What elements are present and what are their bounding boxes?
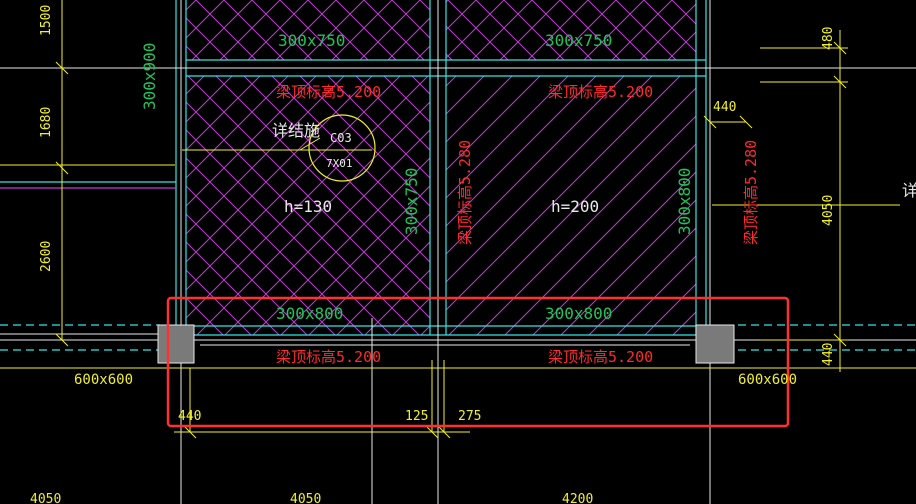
beam-elev-top-right: 梁顶标高5.200 — [548, 83, 653, 101]
dim-left-1: 1500 — [39, 5, 54, 36]
dim-left-3: 2600 — [39, 241, 54, 272]
column-left — [157, 324, 195, 364]
cad-drawing-canvas[interactable]: 300x750 300x750 梁顶标高5.200 梁顶标高5.200 300x… — [0, 0, 916, 504]
column-size-left: 600x600 — [74, 372, 133, 388]
dim-bottom-2: 125 — [405, 409, 428, 424]
dim-right-1: 480 — [821, 27, 836, 50]
detail-ref-bottom: 7X01 — [326, 157, 353, 170]
dim-bottom-3: 275 — [458, 409, 481, 424]
beam-size-bottom-right: 300x800 — [545, 304, 612, 323]
beam-elev-vertical-right: 梁顶标高5.280 — [742, 140, 760, 245]
dim-right-2: 4050 — [821, 195, 836, 226]
slab-hatch-right — [446, 0, 696, 335]
beam-size-bottom-left: 300x800 — [276, 304, 343, 323]
cad-plan-drawing: 300x750 300x750 梁顶标高5.200 梁顶标高5.200 300x… — [0, 0, 916, 504]
slab-hatch-left — [186, 0, 430, 335]
beam-size-top-left: 300x750 — [278, 31, 345, 50]
detail-ref-top: C03 — [330, 131, 352, 145]
beam-elev-bottom-right: 梁顶标高5.200 — [548, 348, 653, 366]
dim-axis-bottom-2: 4050 — [290, 492, 321, 504]
detail-leader-text: 详结施 — [272, 121, 320, 140]
beam-elev-vertical-mid: 梁顶标高5.280 — [456, 140, 474, 245]
beam-size-top-right: 300x750 — [545, 31, 612, 50]
detail-fragment-right: 详 — [902, 181, 916, 200]
beam-size-vertical-right: 300x800 — [675, 168, 694, 235]
dim-axis-bottom-1: 4050 — [30, 492, 61, 504]
dim-top-right: 440 — [713, 100, 736, 115]
beam-size-vertical-left: 300x900 — [140, 43, 159, 110]
beam-size-vertical-mid: 300x750 — [402, 168, 421, 235]
beam-elev-bottom-left: 梁顶标高5.200 — [276, 348, 381, 366]
beam-elev-top-left: 梁顶标高5.200 — [276, 83, 381, 101]
column-right — [695, 324, 735, 364]
dim-axis-bottom-3: 4200 — [562, 492, 593, 504]
dim-left-2: 1680 — [39, 107, 54, 138]
dim-right-3: 440 — [821, 343, 836, 366]
slab-thickness-right: h=200 — [551, 197, 599, 216]
dim-bottom-1: 440 — [178, 409, 201, 424]
slab-thickness-left: h=130 — [284, 197, 332, 216]
column-size-right: 600x600 — [738, 372, 797, 388]
